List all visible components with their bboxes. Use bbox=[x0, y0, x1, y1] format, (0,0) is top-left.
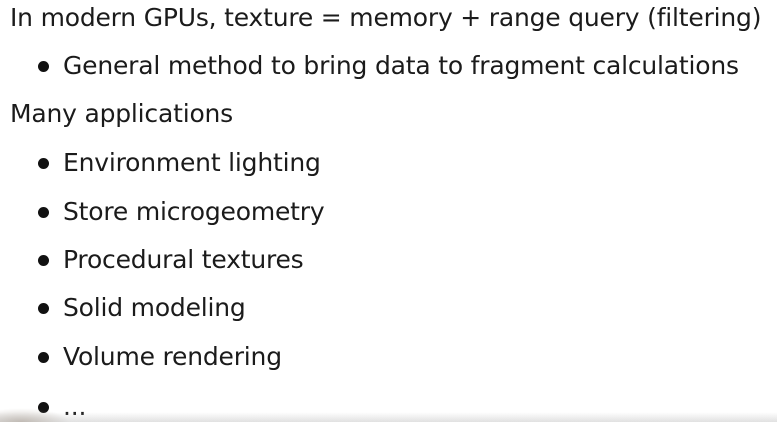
bullet-dot-icon bbox=[38, 60, 49, 72]
bullet-dot-icon bbox=[38, 351, 49, 363]
bullet-dot-icon bbox=[38, 302, 49, 314]
bottom-fade bbox=[0, 412, 777, 422]
heading-many-applications: Many applications bbox=[10, 99, 234, 128]
bullet-text: Solid modeling bbox=[63, 293, 246, 322]
bullet-store-microgeometry: Store microgeometry bbox=[38, 197, 325, 227]
bullet-text: Environment lighting bbox=[63, 148, 321, 177]
bullet-text: General method to bring data to fragment… bbox=[63, 51, 739, 80]
slide: In modern GPUs, texture = memory + range… bbox=[0, 0, 777, 422]
bullet-text: Volume rendering bbox=[63, 342, 282, 371]
bullet-text: Store microgeometry bbox=[63, 197, 325, 226]
bullet-text: Procedural textures bbox=[63, 245, 304, 274]
bullet-procedural-textures: Procedural textures bbox=[38, 245, 304, 275]
bullet-volume-rendering: Volume rendering bbox=[38, 342, 282, 372]
bullet-dot-icon bbox=[38, 206, 49, 218]
bullet-dot-icon bbox=[38, 254, 49, 266]
bullet-solid-modeling: Solid modeling bbox=[38, 293, 246, 323]
heading-texture-definition: In modern GPUs, texture = memory + range… bbox=[10, 3, 762, 32]
bullet-environment-lighting: Environment lighting bbox=[38, 148, 321, 178]
corner-shadow bbox=[0, 408, 70, 422]
bullet-dot-icon bbox=[38, 157, 49, 169]
bullet-general-method: General method to bring data to fragment… bbox=[38, 51, 739, 81]
